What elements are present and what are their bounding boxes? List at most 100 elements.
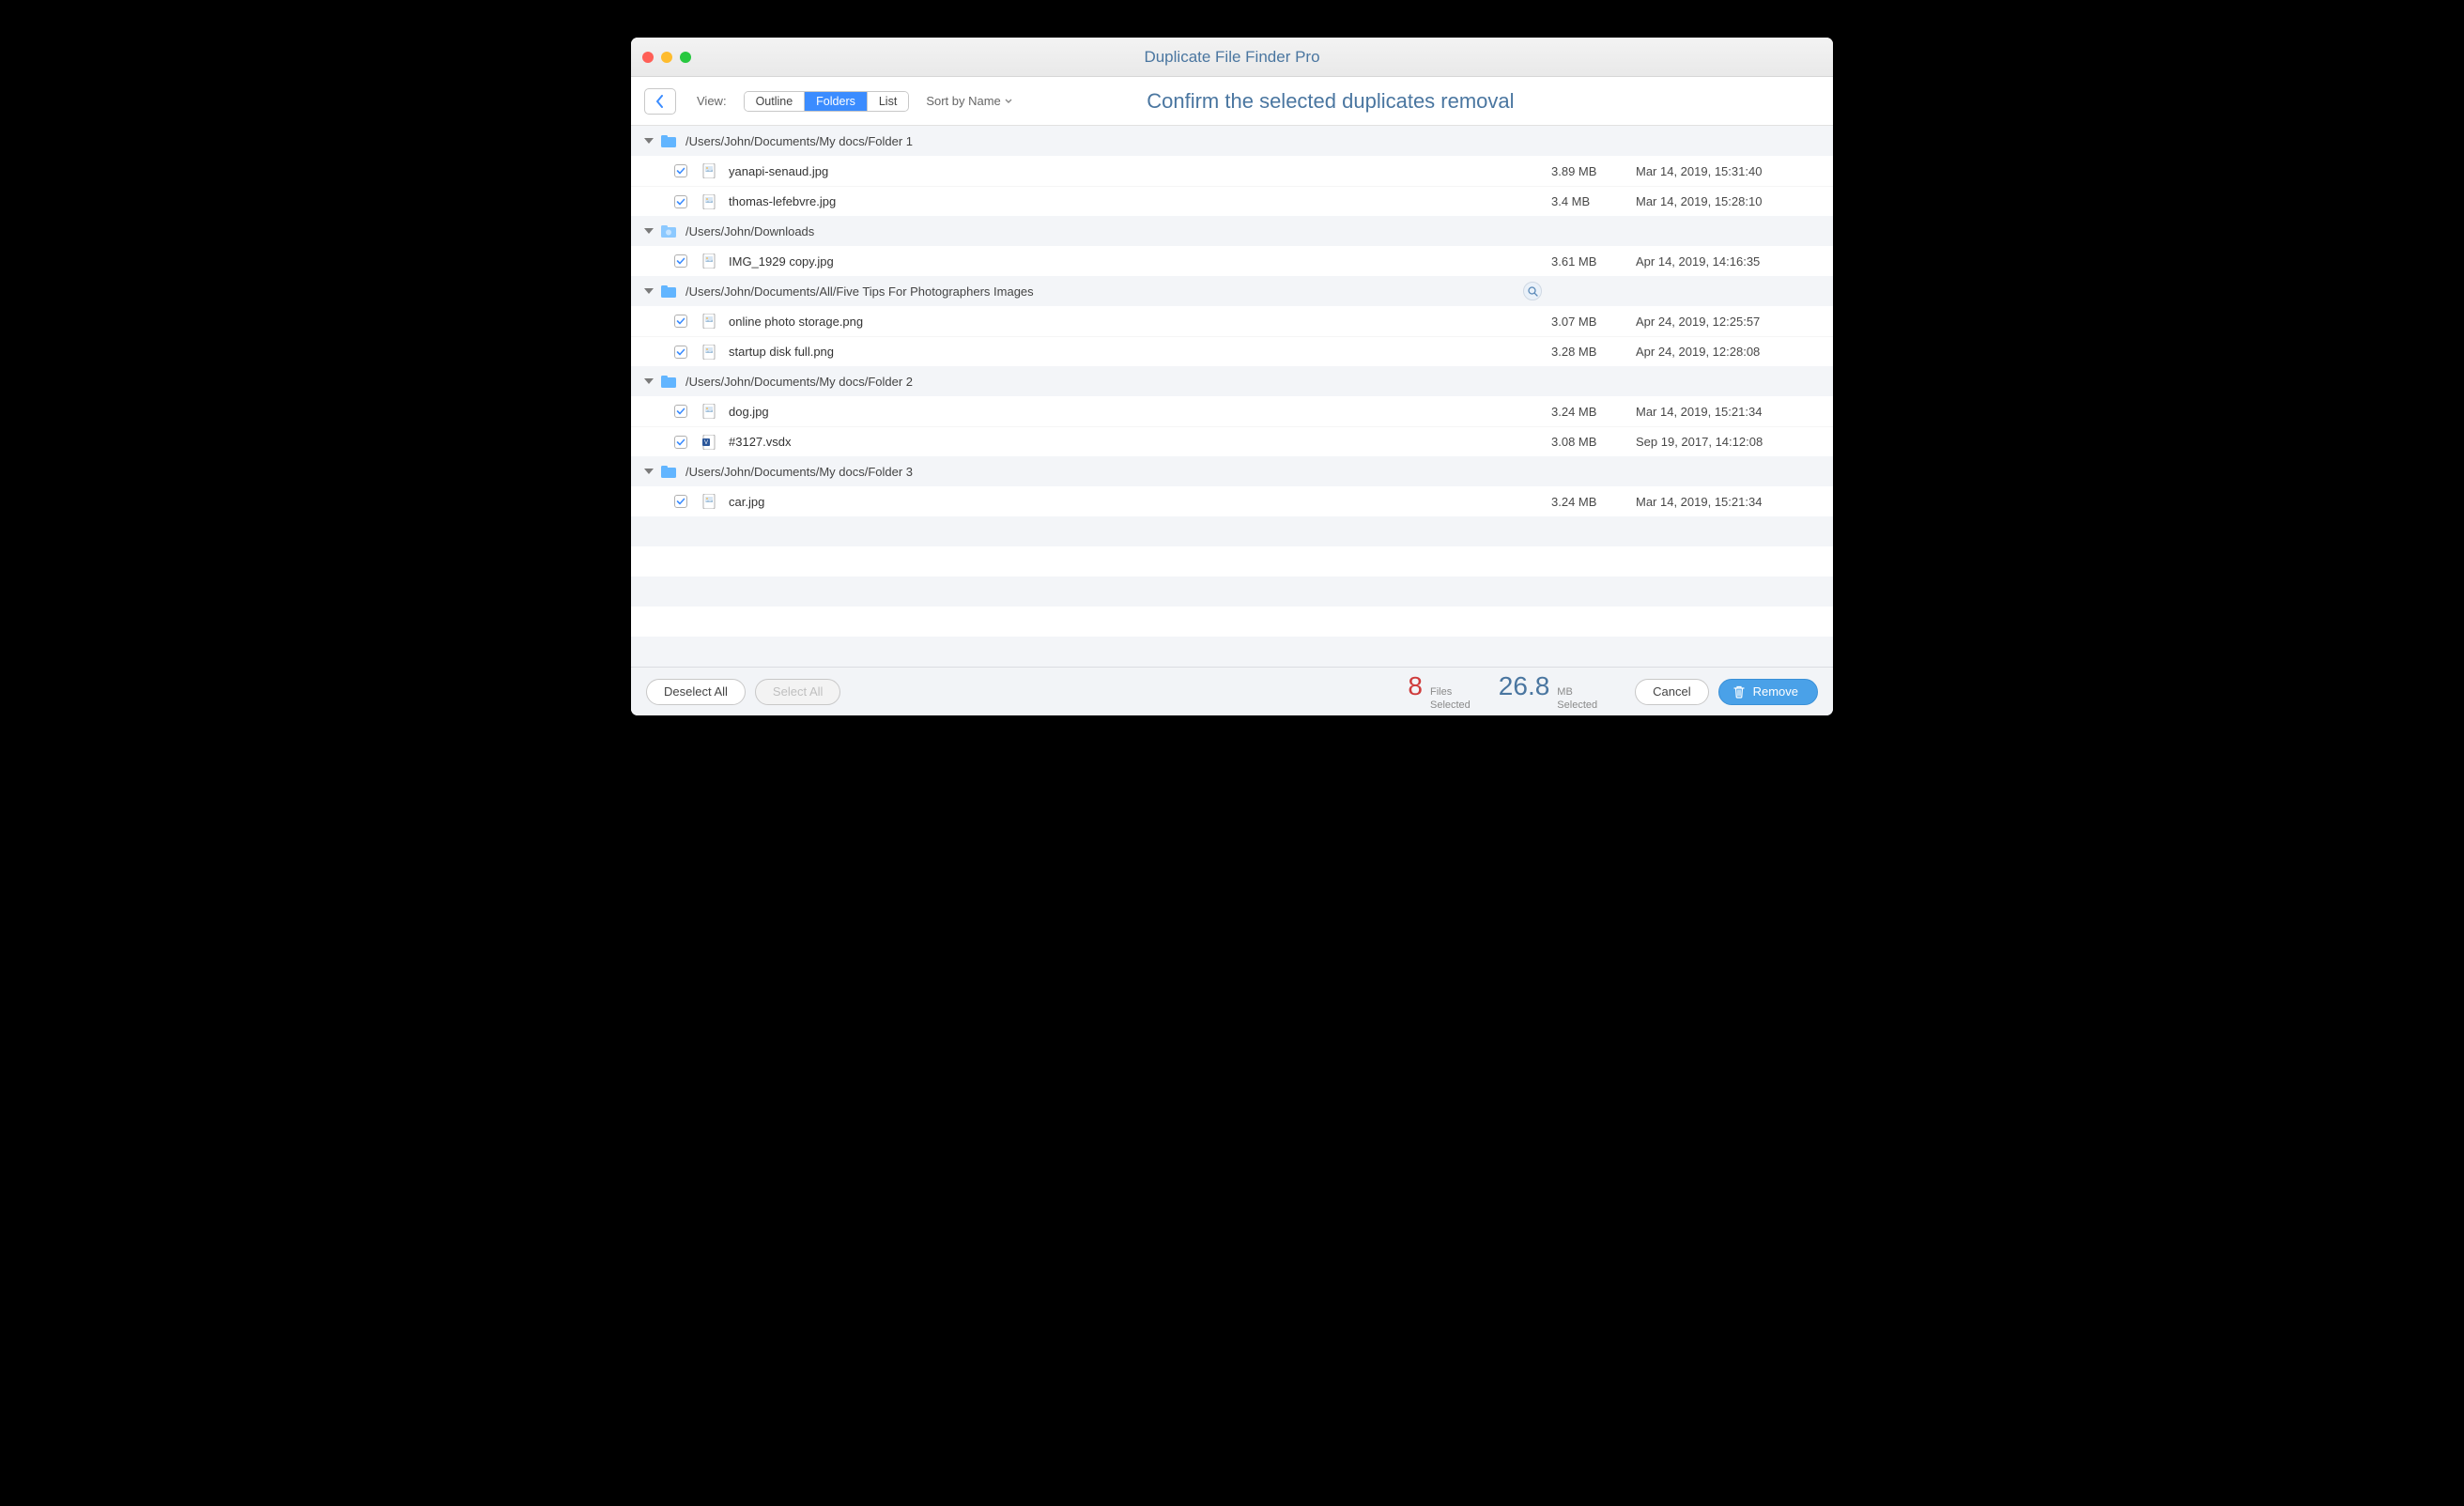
file-date: Apr 24, 2019, 12:28:08 bbox=[1636, 345, 1814, 359]
check-icon bbox=[676, 438, 685, 447]
folder-group-row[interactable]: /Users/John/Documents/My docs/Folder 3 bbox=[631, 456, 1833, 486]
folder-group-row[interactable]: /Users/John/Documents/My docs/Folder 2 bbox=[631, 366, 1833, 396]
magnify-icon bbox=[1528, 286, 1538, 297]
image-file-icon bbox=[702, 314, 716, 329]
file-row[interactable]: startup disk full.png 3.28 MB Apr 24, 20… bbox=[631, 336, 1833, 366]
file-size: 3.28 MB bbox=[1551, 345, 1636, 359]
deselect-all-button[interactable]: Deselect All bbox=[646, 679, 746, 705]
folder-group-row[interactable]: /Users/John/Downloads bbox=[631, 216, 1833, 246]
size-value: 26.8 bbox=[1499, 671, 1550, 701]
sort-label-text: Sort by Name bbox=[926, 94, 1000, 108]
seg-folders[interactable]: Folders bbox=[805, 92, 868, 111]
disclosure-triangle-icon[interactable] bbox=[644, 138, 654, 144]
empty-row bbox=[631, 516, 1833, 546]
check-icon bbox=[676, 497, 685, 506]
minimize-icon[interactable] bbox=[661, 52, 672, 63]
folder-icon bbox=[661, 225, 676, 238]
folder-icon bbox=[661, 135, 676, 147]
file-list: /Users/John/Documents/My docs/Folder 1 y… bbox=[631, 126, 1833, 667]
view-segment: Outline Folders List bbox=[744, 91, 910, 112]
file-date: Mar 14, 2019, 15:31:40 bbox=[1636, 164, 1814, 178]
footer: Deselect All Select All 8 Files Selected… bbox=[631, 667, 1833, 715]
zoom-icon[interactable] bbox=[680, 52, 691, 63]
sort-dropdown[interactable]: Sort by Name bbox=[926, 94, 1011, 108]
check-icon bbox=[676, 347, 685, 357]
file-date: Mar 14, 2019, 15:21:34 bbox=[1636, 495, 1814, 509]
file-size: 3.89 MB bbox=[1551, 164, 1636, 178]
disclosure-triangle-icon[interactable] bbox=[644, 288, 654, 294]
file-name: yanapi-senaud.jpg bbox=[729, 164, 1551, 178]
checkbox[interactable] bbox=[674, 254, 687, 268]
checkbox[interactable] bbox=[674, 164, 687, 177]
disclosure-triangle-icon[interactable] bbox=[644, 378, 654, 384]
folder-path: /Users/John/Downloads bbox=[685, 224, 814, 238]
page-heading: Confirm the selected duplicates removal bbox=[1029, 89, 1820, 114]
empty-row bbox=[631, 637, 1833, 667]
size-label: MB Selected bbox=[1557, 686, 1597, 711]
window-title: Duplicate File Finder Pro bbox=[631, 48, 1833, 67]
image-file-icon bbox=[702, 494, 716, 509]
size-selected-stat: 26.8 MB Selected bbox=[1499, 671, 1597, 711]
folder-icon bbox=[661, 466, 676, 478]
file-name: #3127.vsdx bbox=[729, 435, 1551, 449]
app-window: Duplicate File Finder Pro View: Outline … bbox=[631, 38, 1833, 715]
file-row[interactable]: yanapi-senaud.jpg 3.89 MB Mar 14, 2019, … bbox=[631, 156, 1833, 186]
file-date: Mar 14, 2019, 15:21:34 bbox=[1636, 405, 1814, 419]
file-row[interactable]: thomas-lefebvre.jpg 3.4 MB Mar 14, 2019,… bbox=[631, 186, 1833, 216]
folder-path: /Users/John/Documents/My docs/Folder 2 bbox=[685, 375, 913, 389]
file-name: IMG_1929 copy.jpg bbox=[729, 254, 1551, 269]
checkbox[interactable] bbox=[674, 346, 687, 359]
checkbox[interactable] bbox=[674, 405, 687, 418]
folder-group-row[interactable]: /Users/John/Documents/All/Five Tips For … bbox=[631, 276, 1833, 306]
reveal-in-finder-button[interactable] bbox=[1523, 282, 1542, 300]
file-name: online photo storage.png bbox=[729, 315, 1551, 329]
file-size: 3.24 MB bbox=[1551, 405, 1636, 419]
file-date: Apr 14, 2019, 14:16:35 bbox=[1636, 254, 1814, 269]
seg-list[interactable]: List bbox=[868, 92, 908, 111]
file-name: dog.jpg bbox=[729, 405, 1551, 419]
select-all-button[interactable]: Select All bbox=[755, 679, 840, 705]
remove-label: Remove bbox=[1753, 684, 1798, 699]
file-date: Mar 14, 2019, 15:28:10 bbox=[1636, 194, 1814, 208]
checkbox[interactable] bbox=[674, 315, 687, 328]
seg-outline[interactable]: Outline bbox=[745, 92, 806, 111]
traffic-lights bbox=[642, 52, 691, 63]
file-size: 3.08 MB bbox=[1551, 435, 1636, 449]
file-date: Sep 19, 2017, 14:12:08 bbox=[1636, 435, 1814, 449]
file-size: 3.24 MB bbox=[1551, 495, 1636, 509]
folder-icon bbox=[661, 285, 676, 298]
file-size: 3.4 MB bbox=[1551, 194, 1636, 208]
file-row[interactable]: IMG_1929 copy.jpg 3.61 MB Apr 14, 2019, … bbox=[631, 246, 1833, 276]
back-button[interactable] bbox=[644, 88, 676, 115]
image-file-icon bbox=[702, 163, 716, 178]
folder-path: /Users/John/Documents/My docs/Folder 3 bbox=[685, 465, 913, 479]
remove-button[interactable]: Remove bbox=[1718, 679, 1818, 705]
svg-text:V: V bbox=[704, 440, 708, 446]
file-name: thomas-lefebvre.jpg bbox=[729, 194, 1551, 208]
cancel-button[interactable]: Cancel bbox=[1635, 679, 1708, 705]
file-row[interactable]: car.jpg 3.24 MB Mar 14, 2019, 15:21:34 bbox=[631, 486, 1833, 516]
files-label: Files Selected bbox=[1430, 686, 1471, 711]
checkbox[interactable] bbox=[674, 436, 687, 449]
toolbar: View: Outline Folders List Sort by Name … bbox=[631, 77, 1833, 126]
files-count: 8 bbox=[1408, 671, 1423, 701]
view-label: View: bbox=[697, 94, 727, 108]
disclosure-triangle-icon[interactable] bbox=[644, 228, 654, 234]
chevron-down-icon bbox=[1005, 99, 1012, 104]
disclosure-triangle-icon[interactable] bbox=[644, 469, 654, 474]
check-icon bbox=[676, 256, 685, 266]
empty-row bbox=[631, 576, 1833, 607]
file-row[interactable]: V #3127.vsdx 3.08 MB Sep 19, 2017, 14:12… bbox=[631, 426, 1833, 456]
image-file-icon bbox=[702, 404, 716, 419]
visio-file-icon: V bbox=[702, 435, 716, 450]
file-row[interactable]: online photo storage.png 3.07 MB Apr 24,… bbox=[631, 306, 1833, 336]
folder-group-row[interactable]: /Users/John/Documents/My docs/Folder 1 bbox=[631, 126, 1833, 156]
checkbox[interactable] bbox=[674, 195, 687, 208]
titlebar: Duplicate File Finder Pro bbox=[631, 38, 1833, 77]
close-icon[interactable] bbox=[642, 52, 654, 63]
image-file-icon bbox=[702, 254, 716, 269]
checkbox[interactable] bbox=[674, 495, 687, 508]
check-icon bbox=[676, 316, 685, 326]
check-icon bbox=[676, 166, 685, 176]
file-row[interactable]: dog.jpg 3.24 MB Mar 14, 2019, 15:21:34 bbox=[631, 396, 1833, 426]
